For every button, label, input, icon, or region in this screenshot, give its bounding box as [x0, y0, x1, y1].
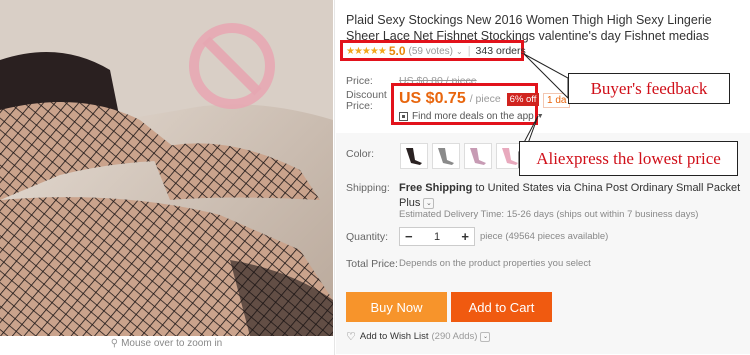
total-price-note: Depends on the product properties you se…	[399, 258, 591, 269]
quantity-decrease-button[interactable]: −	[405, 229, 413, 244]
heart-icon: ♡	[346, 331, 356, 343]
chevron-down-icon[interactable]: ⌄	[480, 331, 491, 342]
color-label: Color:	[346, 148, 375, 160]
total-price-label: Total Price:	[346, 258, 398, 270]
qr-code-icon	[399, 112, 408, 121]
star-rating-icon: ★★★★★	[346, 45, 387, 57]
quantity-input[interactable]: 1	[434, 231, 440, 243]
days-left-badge: 1 da	[543, 93, 571, 108]
shipping-info: Free Shipping to United States via China…	[399, 182, 741, 209]
buy-now-button[interactable]: Buy Now	[346, 292, 447, 322]
caret-down-icon: ▼	[536, 113, 544, 120]
price-label: Price:	[346, 75, 373, 87]
quantity-label: Quantity:	[346, 231, 389, 243]
discount-price-row: US $0.75 / piece 6% off	[399, 90, 540, 108]
add-to-cart-button[interactable]: Add to Cart	[451, 292, 552, 322]
chevron-down-icon[interactable]: ⌄	[456, 47, 463, 56]
zoom-hint: ⚲ Mouse over to zoom in	[110, 338, 223, 349]
rating-score: 5.0	[388, 44, 406, 58]
discount-price: US $0.75	[399, 90, 466, 107]
separator: |	[467, 45, 471, 57]
price-unit: / piece	[469, 93, 501, 105]
shipping-dropdown-icon[interactable]: ⌄	[423, 197, 435, 209]
color-swatch-3[interactable]	[464, 143, 492, 169]
lowest-price-callout: Aliexpress the lowest price	[519, 141, 738, 176]
pieces-available: piece (49564 pieces available)	[480, 231, 609, 242]
wish-count: (290 Adds)	[431, 331, 478, 342]
divider	[334, 0, 335, 355]
app-deals-link[interactable]: Find more deals on the app ▼	[399, 111, 544, 122]
color-swatch-2[interactable]	[432, 143, 460, 169]
shipping-label: Shipping:	[346, 182, 390, 194]
color-swatch-1[interactable]	[400, 143, 428, 169]
discount-badge: 6% off	[506, 92, 540, 106]
votes-link[interactable]: (59 votes)	[409, 46, 453, 57]
product-image[interactable]	[0, 0, 333, 336]
wish-list-link[interactable]: ♡ Add to Wish List (290 Adds) ⌄	[346, 330, 491, 343]
buyers-feedback-callout: Buyer's feedback	[568, 73, 730, 104]
discount-price-label: Discount Price:	[346, 89, 387, 112]
delivery-estimate: Estimated Delivery Time: 15-26 days (shi…	[399, 209, 699, 220]
rating-row: ★★★★★ 5.0 (59 votes) ⌄ | 343 orders	[346, 44, 526, 58]
magnifier-icon: ⚲	[110, 338, 119, 349]
orders-count: 343 orders	[475, 45, 526, 57]
quantity-increase-button[interactable]: +	[461, 229, 469, 244]
quantity-stepper: − 1 +	[399, 227, 475, 246]
